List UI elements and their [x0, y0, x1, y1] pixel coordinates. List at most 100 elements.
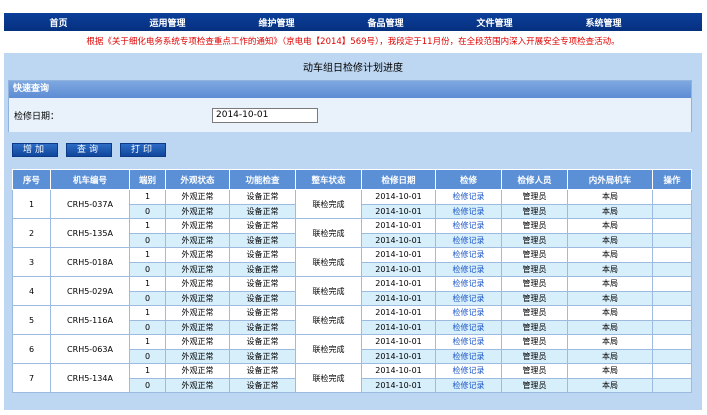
date-cell: 2014-10-01 — [361, 247, 436, 263]
bureau-cell: 本局 — [567, 189, 653, 205]
seq-cell: 6 — [12, 334, 51, 364]
staff-cell: 管理员 — [501, 319, 568, 335]
table-row: 2 CRH5-135A 1 外观正常 设备正常 联检完成 2014-10-01 检修记录 管理员… — [12, 218, 692, 248]
bureau-cell: 本局 — [567, 363, 653, 379]
nav-spare-parts-management[interactable]: 备品管理 — [331, 16, 440, 29]
car-number-cell: CRH5-116A — [50, 305, 130, 335]
add-button[interactable]: 增加 — [12, 143, 58, 157]
operation-cell[interactable] — [652, 363, 692, 379]
staff-cell: 管理员 — [501, 363, 568, 379]
operation-cell[interactable] — [652, 218, 692, 234]
function-check-cell: 设备正常 — [229, 348, 296, 364]
car-number-cell: CRH5-029A — [50, 276, 130, 306]
staff-cell: 管理员 — [501, 189, 568, 205]
quick-query-header: 快速查询 — [9, 81, 691, 98]
maintenance-record-cell: 检修记录 — [435, 319, 502, 335]
appearance-cell: 外观正常 — [165, 261, 230, 277]
action-buttons: 增加 查询 打印 — [12, 143, 166, 157]
nav-system-management[interactable]: 系统管理 — [549, 16, 658, 29]
maintenance-record-link[interactable]: 检修记录 — [453, 366, 485, 375]
nav-file-management[interactable]: 文件管理 — [440, 16, 549, 29]
nav-operation-management[interactable]: 运用管理 — [113, 16, 222, 29]
staff-cell: 管理员 — [501, 276, 568, 292]
appearance-cell: 外观正常 — [165, 290, 230, 306]
maintenance-record-cell: 检修记录 — [435, 348, 502, 364]
operation-cell[interactable] — [652, 290, 692, 306]
maintenance-record-link[interactable]: 检修记录 — [453, 207, 485, 216]
header-car-number: 机车编号 — [50, 169, 130, 190]
operation-cell[interactable] — [652, 203, 692, 219]
staff-cell: 管理员 — [501, 218, 568, 234]
overall-status-cell: 联检完成 — [295, 189, 362, 219]
date-cell: 2014-10-01 — [361, 189, 436, 205]
maintenance-record-link[interactable]: 检修记录 — [453, 265, 485, 274]
notice-banner: 根据《关于细化电务系统专项检查重点工作的通知》（京电电【2014】569号），我… — [4, 31, 702, 53]
function-check-cell: 设备正常 — [229, 363, 296, 379]
maintenance-record-cell: 检修记录 — [435, 305, 502, 321]
operation-cell[interactable] — [652, 232, 692, 248]
end-cell: 1 — [129, 218, 166, 234]
overall-status-cell: 联检完成 — [295, 305, 362, 335]
maintenance-record-cell: 检修记录 — [435, 203, 502, 219]
bureau-cell: 本局 — [567, 348, 653, 364]
maintenance-record-link[interactable]: 检修记录 — [453, 381, 485, 390]
operation-cell[interactable] — [652, 189, 692, 205]
header-appearance: 外观状态 — [165, 169, 230, 190]
print-button[interactable]: 打印 — [120, 143, 166, 157]
maintenance-record-link[interactable]: 检修记录 — [453, 250, 485, 259]
function-check-cell: 设备正常 — [229, 276, 296, 292]
date-cell: 2014-10-01 — [361, 203, 436, 219]
operation-cell[interactable] — [652, 305, 692, 321]
operation-cell[interactable] — [652, 276, 692, 292]
staff-cell: 管理员 — [501, 377, 568, 393]
overall-status-cell: 联检完成 — [295, 363, 362, 393]
table-row: 7 CRH5-134A 1 外观正常 设备正常 联检完成 2014-10-01 检修记录 管理员… — [12, 363, 692, 393]
bureau-cell: 本局 — [567, 276, 653, 292]
maintenance-record-link[interactable]: 检修记录 — [453, 221, 485, 230]
car-number-cell: CRH5-135A — [50, 218, 130, 248]
maintenance-record-link[interactable]: 检修记录 — [453, 294, 485, 303]
maintenance-record-link[interactable]: 检修记录 — [453, 192, 485, 201]
date-cell: 2014-10-01 — [361, 363, 436, 379]
staff-cell: 管理员 — [501, 348, 568, 364]
operation-cell[interactable] — [652, 377, 692, 393]
maintenance-record-link[interactable]: 检修记录 — [453, 308, 485, 317]
seq-cell: 3 — [12, 247, 51, 277]
staff-cell: 管理员 — [501, 247, 568, 263]
appearance-cell: 外观正常 — [165, 232, 230, 248]
staff-cell: 管理员 — [501, 290, 568, 306]
maintenance-record-link[interactable]: 检修记录 — [453, 323, 485, 332]
end-cell: 1 — [129, 334, 166, 350]
function-check-cell: 设备正常 — [229, 247, 296, 263]
operation-cell[interactable] — [652, 348, 692, 364]
maintenance-record-cell: 检修记录 — [435, 218, 502, 234]
header-maintenance: 检修 — [435, 169, 502, 190]
table-row: 4 CRH5-029A 1 外观正常 设备正常 联检完成 2014-10-01 检修记录 管理员… — [12, 276, 692, 306]
overall-status-cell: 联检完成 — [295, 334, 362, 364]
operation-cell[interactable] — [652, 247, 692, 263]
nav-home[interactable]: 首页 — [4, 16, 113, 29]
end-cell: 1 — [129, 363, 166, 379]
query-button[interactable]: 查询 — [66, 143, 112, 157]
nav-maintenance-management[interactable]: 维护管理 — [222, 16, 331, 29]
car-number-cell: CRH5-037A — [50, 189, 130, 219]
seq-cell: 4 — [12, 276, 51, 306]
end-cell: 1 — [129, 247, 166, 263]
top-navigation: 首页 运用管理 维护管理 备品管理 文件管理 系统管理 — [4, 13, 702, 31]
function-check-cell: 设备正常 — [229, 377, 296, 393]
maintenance-record-cell: 检修记录 — [435, 290, 502, 306]
maintenance-record-link[interactable]: 检修记录 — [453, 352, 485, 361]
operation-cell[interactable] — [652, 319, 692, 335]
operation-cell[interactable] — [652, 334, 692, 350]
end-cell: 1 — [129, 189, 166, 205]
maintenance-record-link[interactable]: 检修记录 — [453, 337, 485, 346]
maintenance-record-link[interactable]: 检修记录 — [453, 279, 485, 288]
bureau-cell: 本局 — [567, 334, 653, 350]
operation-cell[interactable] — [652, 261, 692, 277]
maintenance-date-input[interactable] — [212, 107, 318, 123]
appearance-cell: 外观正常 — [165, 189, 230, 205]
maintenance-record-link[interactable]: 检修记录 — [453, 236, 485, 245]
end-cell: 0 — [129, 203, 166, 219]
date-cell: 2014-10-01 — [361, 319, 436, 335]
header-overall-status: 整车状态 — [295, 169, 362, 190]
